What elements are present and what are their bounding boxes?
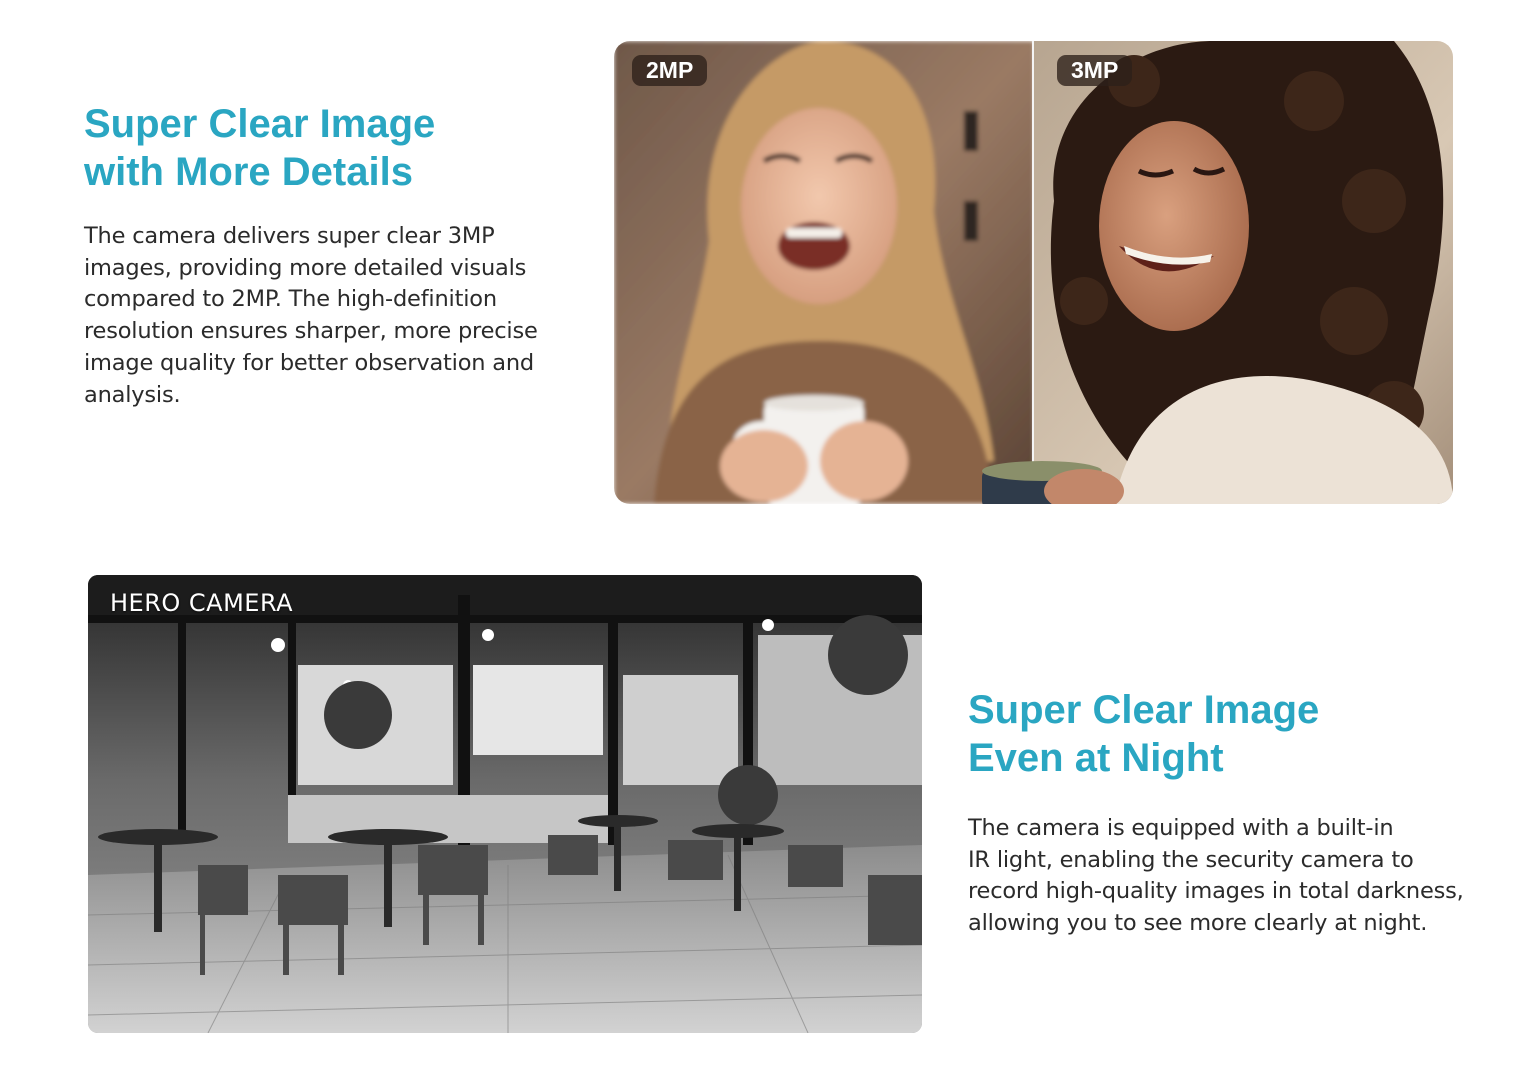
section-description-night: The camera is equipped with a built-in I… xyxy=(968,813,1488,940)
text-line: analysis. xyxy=(84,381,181,408)
text-line: The camera is equipped with a built-in xyxy=(968,815,1394,841)
text-line: record high-quality images in total dark… xyxy=(968,878,1464,905)
heading-line: Super Clear Image xyxy=(968,688,1320,732)
text-line: compared to 2MP. The high-definition xyxy=(84,286,497,313)
cafe-night-illustration xyxy=(88,575,922,1033)
text-line: allowing you to see more clearly at nigh… xyxy=(968,910,1428,937)
section-heading-night: Super Clear Image Even at Night xyxy=(968,686,1488,782)
comparison-illustration xyxy=(614,41,1453,504)
night-vision-image: HERO CAMERA xyxy=(88,575,922,1033)
resolution-badge-2mp: 2MP xyxy=(632,55,708,86)
text-line: images, providing more detailed visuals xyxy=(84,254,527,281)
text-line: image quality for better observation and xyxy=(84,349,535,376)
heading-line: Even at Night xyxy=(968,736,1224,780)
text-line: resolution ensures sharper, more precise xyxy=(84,318,538,345)
heading-line: Super Clear Image xyxy=(84,102,436,146)
resolution-badge-3mp: 3MP xyxy=(1057,55,1133,86)
camera-label: HERO CAMERA xyxy=(110,589,294,617)
text-line: IR light, enabling the security camera t… xyxy=(968,846,1414,873)
heading-line: with More Details xyxy=(84,150,413,194)
section-heading-details: Super Clear Image with More Details xyxy=(84,100,554,196)
section-description-details: The camera delivers super clear 3MP imag… xyxy=(84,221,554,411)
resolution-comparison-image: 2MP 3MP xyxy=(614,41,1453,504)
text-line: The camera delivers super clear 3MP xyxy=(84,223,495,249)
